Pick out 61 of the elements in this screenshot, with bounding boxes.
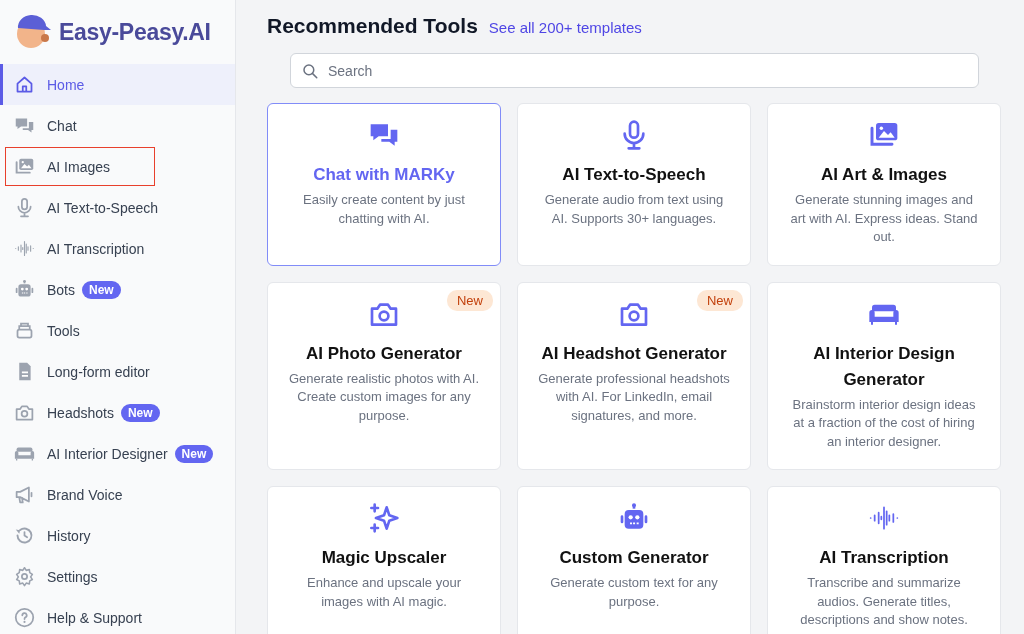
tool-card[interactable]: Magic Upscaler Enhance and upscale your images with AI magic.: [267, 486, 501, 634]
settings-icon: [14, 566, 35, 587]
nav-item[interactable]: Home: [0, 64, 235, 105]
nav-item[interactable]: Help & Support: [0, 597, 235, 634]
nav-item[interactable]: Brand Voice: [0, 474, 235, 515]
card-title: AI Interior Design Generator: [812, 342, 956, 391]
sparkle-icon: [368, 502, 400, 534]
search-field[interactable]: Search: [290, 53, 979, 88]
nav-item[interactable]: AI Interior Designer New: [0, 433, 235, 474]
nav-item[interactable]: AI Images: [4, 146, 156, 187]
robot-icon: [14, 279, 35, 300]
tool-card[interactable]: AI Text-to-Speech Generate audio from text using AI. Supports 30+ languages.: [517, 103, 751, 266]
images-icon: [14, 156, 35, 177]
card-title: Custom Generator: [559, 547, 709, 569]
card-description: Enhance and upscale your images with AI magic.: [306, 574, 462, 611]
tool-card[interactable]: New AI Headshot Generator Generate professional headshots with AI. For LinkedIn, email signatures, and more.: [517, 281, 751, 470]
help-icon: [14, 607, 35, 628]
nav-item[interactable]: Chat: [0, 105, 235, 146]
tool-card[interactable]: AI Interior Design Generator Brainstorm interior design ideas at a fraction of the cost of hiring an interior designer.: [767, 281, 1001, 470]
waveform-icon: [14, 238, 35, 259]
card-description: Generate custom text for any purpose.: [549, 574, 719, 611]
megaphone-icon: [14, 484, 35, 505]
card-description: Generate stunning images and art with AI. Express ideas. Stand out.: [789, 191, 979, 246]
card-title: AI Photo Generator: [306, 342, 462, 365]
tool-card[interactable]: Custom Generator Generate custom text for any purpose.: [517, 486, 751, 634]
nav-item[interactable]: Bots New: [0, 269, 235, 310]
card-description: Transcribe and summarize audios. Generate titles, descriptions and show notes.: [799, 574, 969, 629]
tool-card[interactable]: New AI Photo Generator Generate realistic photos with AI. Create custom images for any purpose.: [267, 281, 501, 470]
see-all-link[interactable]: See all 200+ templates: [488, 19, 642, 36]
card-description: Generate professional headshots with AI. For LinkedIn, email signatures, and more.: [537, 369, 731, 425]
new-badge: New: [174, 444, 214, 463]
brand-name: Easy-Peasy.AI: [59, 18, 211, 46]
new-badge: New: [120, 403, 160, 422]
card-title: AI Art & Images: [821, 164, 947, 186]
card-title: Magic Upscaler: [321, 547, 447, 569]
search-icon: [301, 62, 319, 80]
card-title: AI Text-to-Speech: [562, 164, 706, 186]
new-badge: New: [697, 289, 743, 311]
nav-item[interactable]: Long-form editor: [0, 351, 235, 392]
history-icon: [14, 525, 35, 546]
tool-card[interactable]: AI Art & Images Generate stunning images and art with AI. Express ideas. Stand out.: [767, 103, 1001, 266]
tool-card[interactable]: AI Transcription Transcribe and summarize audios. Generate titles, descriptions and show notes.: [767, 486, 1001, 634]
nav-item[interactable]: AI Transcription: [0, 228, 235, 269]
card-title: AI Headshot Generator: [541, 342, 727, 365]
nav-item[interactable]: History: [0, 515, 235, 556]
home-icon: [14, 74, 35, 95]
card-description: Generate realistic photos with AI. Create custom images for any purpose.: [287, 369, 480, 425]
nav-item[interactable]: Headshots New: [0, 392, 235, 433]
card-title: Chat with MARKy: [313, 164, 455, 186]
page-title: Recommended Tools: [267, 14, 478, 38]
card-description: Easily create content by just chatting with AI.: [302, 191, 466, 228]
card-description: Brainstorm interior design ideas at a fraction of the cost of hiring an interior designer.: [791, 395, 977, 451]
nav-item[interactable]: Tools: [0, 310, 235, 351]
new-badge: New: [447, 289, 493, 311]
nav-item[interactable]: AI Text-to-Speech: [0, 187, 235, 228]
card-title: AI Transcription: [819, 547, 949, 569]
nav-item[interactable]: Settings: [0, 556, 235, 597]
new-badge: New: [82, 280, 121, 299]
tool-card[interactable]: Chat with MARKy Easily create content by just chatting with AI.: [267, 103, 501, 266]
card-description: Generate audio from text using AI. Supports 30+ languages.: [543, 191, 725, 228]
stack-icon: [14, 320, 35, 341]
